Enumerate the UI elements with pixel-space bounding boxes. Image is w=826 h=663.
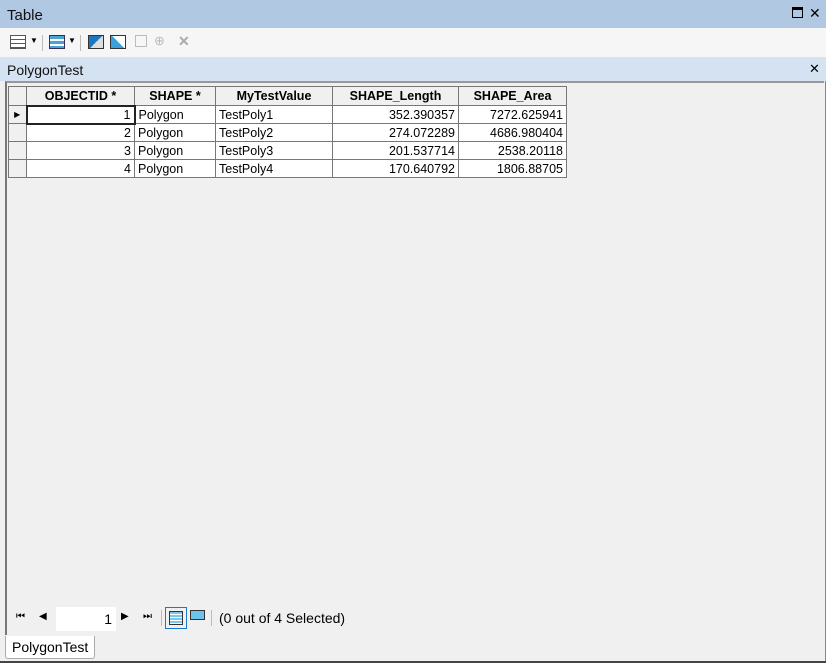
switch-selection-icon[interactable] — [110, 35, 126, 49]
cell-mytestvalue[interactable]: TestPoly4 — [215, 159, 333, 178]
separator — [211, 610, 212, 626]
cell-shape-area[interactable]: 7272.625941 — [458, 105, 567, 124]
previous-record-icon[interactable]: ◀ — [39, 611, 47, 622]
table-tab-header: PolygonTest ✕ — [0, 57, 826, 81]
cell-shape-length[interactable]: 201.537714 — [332, 141, 459, 160]
related-tables-icon[interactable] — [49, 35, 65, 49]
cell-mytestvalue[interactable]: TestPoly1 — [215, 105, 333, 124]
select-by-attributes-icon[interactable] — [88, 35, 104, 49]
column-header[interactable]: SHAPE_Area — [458, 86, 567, 106]
close-icon[interactable]: ✕ — [809, 5, 821, 22]
cell-shape-area[interactable]: 2538.20118 — [458, 141, 567, 160]
table-header-row: OBJECTID * SHAPE * MyTestValue SHAPE_Len… — [8, 86, 567, 106]
table-options-icon[interactable] — [10, 35, 26, 49]
cell-mytestvalue[interactable]: TestPoly3 — [215, 141, 333, 160]
window-title: Table — [7, 7, 43, 24]
chevron-down-icon[interactable]: ▼ — [30, 36, 38, 45]
zoom-to-selected-icon: ⊕ — [154, 33, 165, 48]
cell-objectid[interactable]: 3 — [26, 141, 135, 160]
column-header[interactable]: SHAPE * — [134, 86, 216, 106]
close-tab-icon[interactable]: ✕ — [809, 61, 820, 77]
table-row[interactable]: 2 Polygon TestPoly2 274.072289 4686.9804… — [8, 123, 567, 142]
current-row-indicator-icon[interactable]: ▶ — [8, 105, 27, 124]
row-header-corner — [8, 86, 27, 106]
separator — [42, 35, 43, 51]
selection-status: (0 out of 4 Selected) — [219, 610, 346, 626]
clear-selection-icon — [135, 35, 147, 47]
column-header[interactable]: SHAPE_Length — [332, 86, 459, 106]
record-number-input[interactable]: 1 — [56, 607, 116, 631]
cell-shape[interactable]: Polygon — [134, 141, 216, 160]
last-record-icon[interactable]: ⏭ — [143, 611, 152, 622]
table-tab-title: PolygonTest — [7, 62, 84, 78]
table-row[interactable]: 3 Polygon TestPoly3 201.537714 2538.2011… — [8, 141, 567, 160]
cell-shape[interactable]: Polygon — [134, 105, 216, 124]
cell-shape-length[interactable]: 274.072289 — [332, 123, 459, 142]
show-all-records-button[interactable] — [165, 607, 187, 629]
separator — [80, 35, 81, 51]
toolbar: ▼ ▼ ⊕ ✕ — [0, 28, 826, 57]
column-header[interactable]: MyTestValue — [215, 86, 333, 106]
column-header[interactable]: OBJECTID * — [26, 86, 135, 106]
cell-shape-length[interactable]: 170.640792 — [332, 159, 459, 178]
cell-objectid[interactable]: 1 — [25, 104, 136, 125]
row-header[interactable] — [8, 141, 27, 160]
maximize-icon[interactable] — [792, 7, 803, 18]
cell-shape-area[interactable]: 1806.88705 — [458, 159, 567, 178]
chevron-down-icon[interactable]: ▼ — [68, 36, 76, 45]
cell-objectid[interactable]: 4 — [26, 159, 135, 178]
attribute-table: OBJECTID * SHAPE * MyTestValue SHAPE_Len… — [5, 81, 824, 601]
navigation-bar: ⏮ ◀ 1 ▶ ⏭ (0 out of 4 Selected) — [5, 601, 824, 635]
bottom-table-tab[interactable]: PolygonTest — [5, 636, 96, 659]
show-selected-records-icon[interactable] — [190, 610, 205, 620]
cell-mytestvalue[interactable]: TestPoly2 — [215, 123, 333, 142]
separator — [161, 610, 162, 626]
cell-shape[interactable]: Polygon — [134, 159, 216, 178]
cell-objectid[interactable]: 2 — [26, 123, 135, 142]
table-row[interactable]: ▶ 1 Polygon TestPoly1 352.390357 7272.62… — [8, 104, 567, 125]
cell-shape[interactable]: Polygon — [134, 123, 216, 142]
all-records-icon — [169, 611, 183, 625]
cell-shape-area[interactable]: 4686.980404 — [458, 123, 567, 142]
row-header[interactable] — [8, 123, 27, 142]
title-bar: Table ✕ — [0, 0, 826, 28]
delete-selected-icon: ✕ — [178, 33, 190, 49]
table-row[interactable]: 4 Polygon TestPoly4 170.640792 1806.8870… — [8, 159, 567, 178]
first-record-icon[interactable]: ⏮ — [16, 611, 25, 622]
row-header[interactable] — [8, 159, 27, 178]
cell-shape-length[interactable]: 352.390357 — [332, 105, 459, 124]
next-record-icon[interactable]: ▶ — [121, 611, 129, 622]
